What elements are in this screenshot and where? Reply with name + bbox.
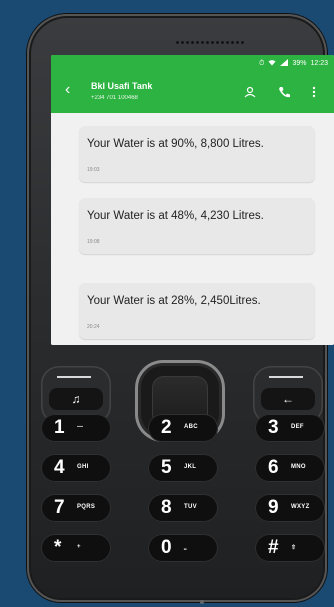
key-7[interactable]: 7 PQRS — [41, 494, 111, 522]
back-arrow-icon: ← — [261, 388, 315, 410]
key-digit: 1 — [54, 417, 65, 438]
space-icon: ⎵ — [184, 544, 187, 550]
key-digit: 8 — [161, 497, 172, 518]
status-bar: ⏱ 39% 12:23 — [259, 59, 328, 68]
key-4[interactable]: 4 GHI — [41, 454, 111, 482]
key-digit: 0 — [161, 537, 172, 558]
key-star[interactable]: * + — [41, 534, 111, 562]
voicemail-icon: — — [77, 424, 84, 430]
key-letters: WXYZ — [291, 504, 310, 510]
more-options-icon[interactable] — [312, 85, 316, 103]
key-1[interactable]: 1 — — [41, 414, 111, 442]
message-text: Your Water is at 28%, 2,450Litres. — [87, 295, 261, 307]
contact-name: Bkl Usafi Tank — [91, 81, 153, 91]
message-bubble[interactable]: Your Water is at 48%, 4,230 Litres. 19:0… — [79, 198, 315, 254]
earpiece-speaker — [175, 40, 245, 46]
key-letters: TUV — [184, 504, 197, 510]
message-time: 19:03 — [87, 167, 100, 173]
contact-number: +234 701 100468 — [91, 95, 138, 101]
key-8[interactable]: 8 TUV — [148, 494, 218, 522]
key-letters: DEF — [291, 424, 304, 430]
key-9[interactable]: 9 WXYZ — [255, 494, 325, 522]
shift-icon: ⇧ — [291, 545, 297, 551]
message-text: Your Water is at 90%, 8,800 Litres. — [87, 138, 264, 150]
call-icon[interactable] — [278, 85, 290, 103]
key-digit: 2 — [161, 417, 172, 438]
signal-icon — [280, 59, 289, 68]
key-digit: 4 — [54, 457, 65, 478]
message-time: 20:24 — [87, 324, 100, 330]
message-bubble[interactable]: Your Water is at 90%, 8,800 Litres. 19:0… — [79, 126, 315, 182]
music-icon: ♫ — [49, 388, 103, 410]
clock-icon: ⏱ — [258, 59, 265, 67]
key-letters: GHI — [77, 464, 89, 470]
key-digit: 9 — [268, 497, 279, 518]
message-text: Your Water is at 48%, 4,230 Litres. — [87, 210, 264, 222]
key-hash[interactable]: # ⇧ — [255, 534, 325, 562]
key-digit: 6 — [268, 457, 279, 478]
key-letters: MNO — [291, 464, 306, 470]
key-letters: PQRS — [77, 504, 96, 510]
key-3[interactable]: 3 DEF — [255, 414, 325, 442]
battery-level: 39% — [292, 60, 307, 67]
key-letters: + — [77, 544, 81, 550]
add-contact-icon[interactable] — [244, 85, 256, 103]
back-arrow-icon[interactable]: ‹ — [65, 82, 70, 98]
chat-header: ⏱ 39% 12:23 ‹ Bkl Usafi Tank +234 701 10… — [51, 55, 334, 113]
microphone-hole — [200, 600, 204, 604]
message-bubble[interactable]: Your Water is at 28%, 2,450Litres. 20:24 — [79, 283, 315, 339]
key-letters: ABC — [184, 424, 198, 430]
keypad-area: ♫ ← 1 — 2 ABC 3 DEF 4 GHI 5 JKL 6 MNO 7 … — [27, 350, 327, 602]
key-digit: 3 — [268, 417, 279, 438]
message-time: 19:08 — [87, 239, 100, 245]
key-digit: * — [54, 537, 62, 558]
status-time: 12:23 — [310, 60, 328, 67]
key-6[interactable]: 6 MNO — [255, 454, 325, 482]
message-list[interactable]: Your Water is at 90%, 8,800 Litres. 19:0… — [51, 113, 334, 345]
key-0[interactable]: 0 ⎵ — [148, 534, 218, 562]
key-5[interactable]: 5 JKL — [148, 454, 218, 482]
key-letters: JKL — [184, 464, 197, 470]
wifi-icon — [268, 59, 276, 68]
key-digit: # — [268, 537, 279, 558]
key-2[interactable]: 2 ABC — [148, 414, 218, 442]
phone-screen: ⏱ 39% 12:23 ‹ Bkl Usafi Tank +234 701 10… — [51, 55, 334, 345]
key-digit: 5 — [161, 457, 172, 478]
key-digit: 7 — [54, 497, 65, 518]
